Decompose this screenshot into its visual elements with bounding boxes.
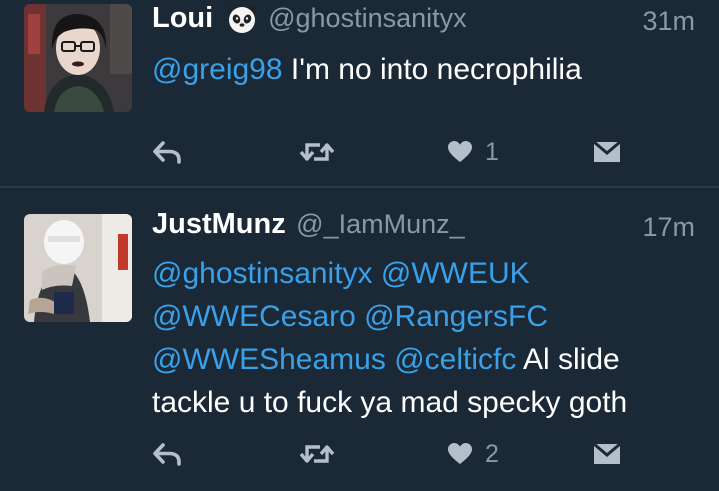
mention-link[interactable]: @celticfc — [394, 343, 516, 376]
mention-link[interactable]: @greig98 — [152, 53, 283, 86]
tweet[interactable]: Loui @ghostinsanityx 31m @greig98 I'm no… — [0, 0, 719, 186]
avatar[interactable] — [24, 214, 132, 322]
envelope-icon — [593, 140, 621, 162]
timestamp: 31m — [642, 6, 695, 36]
mention-link[interactable]: @RangersFC — [364, 300, 548, 333]
text-segment: I'm no into necrophilia — [282, 53, 582, 86]
tweet-actions: 2 — [0, 434, 719, 474]
direct-message-button[interactable] — [592, 438, 622, 470]
heart-icon — [448, 141, 472, 162]
tweet[interactable]: JustMunz @_IamMunz_ 17m @ghostinsanityx … — [0, 188, 719, 491]
display-name[interactable]: Loui — [152, 2, 213, 34]
text-segment — [356, 300, 364, 333]
tweet-header: JustMunz @_IamMunz_ 17m — [152, 208, 695, 248]
display-name[interactable]: JustMunz — [152, 208, 286, 240]
tweet-header: Loui @ghostinsanityx 31m — [152, 2, 695, 42]
reply-icon — [153, 443, 181, 466]
text-segment — [386, 343, 394, 376]
retweet-icon — [299, 143, 335, 161]
mention-link[interactable]: @WWESheamus — [152, 343, 386, 376]
retweet-icon — [299, 445, 335, 463]
timestamp: 17m — [642, 212, 695, 242]
reply-button[interactable] — [152, 136, 182, 168]
tweet-text: @ghostinsanityx @WWEUK @WWECesaro @Range… — [152, 252, 682, 424]
like-button[interactable]: 1 — [447, 136, 499, 168]
avatar[interactable] — [24, 4, 132, 112]
reply-button[interactable] — [152, 438, 182, 470]
user-handle[interactable]: @_IamMunz_ — [296, 209, 464, 239]
envelope-icon — [593, 442, 621, 464]
user-handle[interactable]: @ghostinsanityx — [268, 3, 467, 33]
tweet-text: @greig98 I'm no into necrophilia — [152, 48, 682, 91]
direct-message-button[interactable] — [592, 136, 622, 168]
mention-link[interactable]: @ghostinsanityx — [152, 257, 373, 290]
like-button[interactable]: 2 — [447, 438, 499, 470]
like-count: 2 — [485, 439, 499, 468]
mention-link[interactable]: @WWECesaro — [152, 300, 356, 333]
mention-link[interactable]: @WWEUK — [381, 257, 530, 290]
retweet-button[interactable] — [299, 438, 335, 470]
heart-icon — [448, 443, 472, 464]
text-segment — [373, 257, 381, 290]
like-count: 1 — [485, 137, 499, 166]
retweet-button[interactable] — [299, 136, 335, 168]
reply-icon — [153, 141, 181, 164]
panda-emoji-icon — [226, 3, 258, 35]
tweet-actions: 1 — [0, 132, 719, 172]
